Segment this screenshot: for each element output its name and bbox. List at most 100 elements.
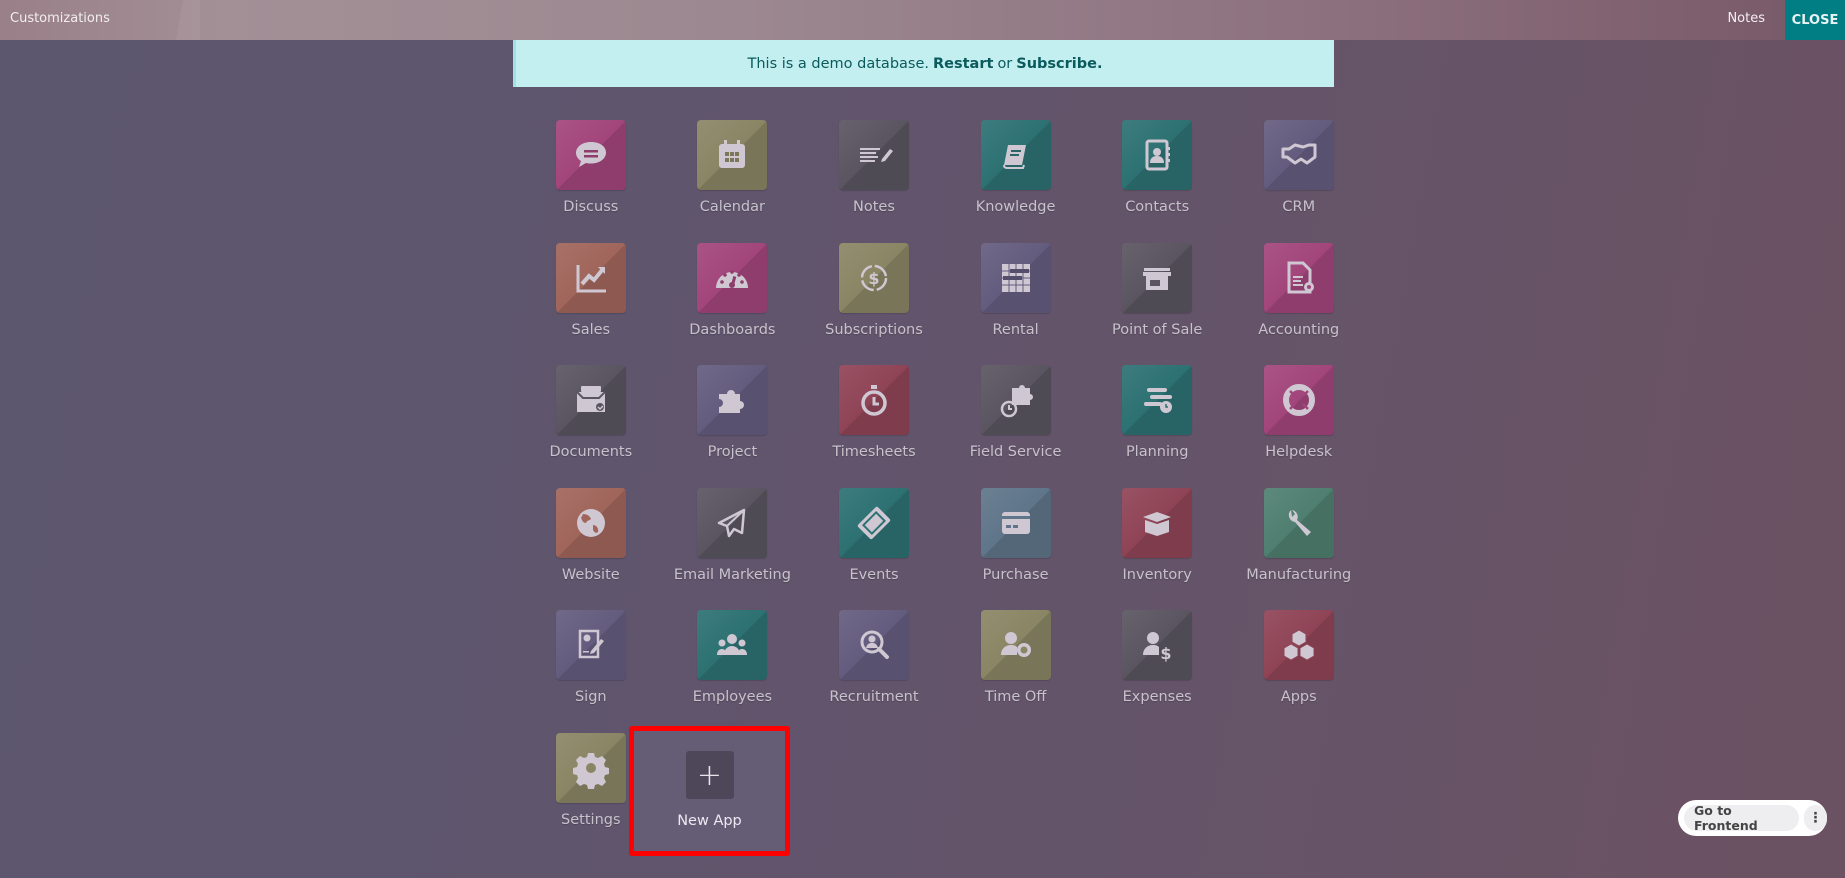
app-tile: [1122, 242, 1193, 313]
app-notes[interactable]: Notes: [803, 120, 945, 243]
app-tile: [980, 610, 1051, 680]
app-label: Apps: [1280, 689, 1317, 705]
app-sales[interactable]: Sales: [520, 242, 662, 366]
banner-or-text: or: [997, 55, 1013, 72]
app-label: Manufacturing: [1246, 566, 1352, 583]
notes-link[interactable]: Notes: [1727, 11, 1765, 26]
app-tile: [555, 487, 626, 558]
app-accounting[interactable]: Accounting: [1228, 242, 1370, 366]
notes-pencil-icon: [859, 148, 893, 162]
new-app-button[interactable]: + New App: [629, 726, 790, 856]
app-knowledge[interactable]: Knowledge: [945, 120, 1087, 243]
app-inventory[interactable]: Inventory: [1086, 487, 1228, 611]
app-tile: [980, 120, 1051, 190]
app-label: Time Off: [984, 689, 1047, 705]
app-purchase[interactable]: Purchase: [945, 487, 1087, 611]
address-book-icon: [1145, 139, 1171, 171]
app-planning[interactable]: Planning: [1086, 365, 1228, 488]
app-label: Documents: [549, 444, 633, 460]
restart-link[interactable]: Restart: [933, 56, 993, 72]
app-tile: [697, 610, 768, 680]
lifebuoy-icon: [1282, 384, 1315, 416]
app-tile: [838, 120, 909, 190]
frontend-pill: Go to Frontend ⋮: [1678, 800, 1827, 836]
app-tile: [1122, 365, 1193, 435]
app-point-of-sale[interactable]: Point of Sale: [1086, 242, 1228, 366]
close-studio-button[interactable]: CLOSE: [1785, 0, 1845, 40]
app-label: Inventory: [1122, 566, 1192, 583]
app-events[interactable]: Events: [803, 487, 945, 611]
app-sign[interactable]: Sign: [520, 610, 662, 733]
app-label: Project: [707, 444, 758, 460]
app-tile: $: [838, 242, 909, 313]
app-rental[interactable]: Rental: [945, 242, 1087, 366]
banner-text: This is a demo database.: [747, 55, 930, 72]
app-timesheets[interactable]: Timesheets: [803, 365, 945, 488]
app-label: Recruitment: [829, 689, 919, 705]
navbar-title: Customizations: [10, 11, 110, 26]
stopwatch-icon: [861, 385, 887, 416]
app-contacts[interactable]: Contacts: [1086, 120, 1228, 243]
person-search-icon: [860, 630, 889, 659]
app-tile: [697, 242, 768, 313]
demo-database-banner: This is a demo database. Restart or Subs…: [513, 40, 1334, 87]
new-app-label: New App: [677, 813, 742, 829]
puzzle-icon: [719, 390, 745, 413]
app-tile: [697, 365, 768, 435]
credit-card-icon: [1001, 511, 1030, 534]
app-project[interactable]: Project: [662, 365, 804, 488]
app-label: Purchase: [982, 566, 1049, 583]
app-field-service[interactable]: Field Service: [945, 365, 1087, 488]
signature-icon: [578, 629, 604, 659]
app-crm[interactable]: CRM: [1228, 120, 1370, 243]
app-tile: [980, 487, 1051, 558]
navbar-decoration: [160, 0, 200, 40]
subscribe-link[interactable]: Subscribe.: [1016, 56, 1102, 72]
app-tile: [1122, 120, 1193, 190]
app-tile: [838, 487, 909, 558]
app-label: Sales: [571, 321, 611, 338]
app-subscriptions[interactable]: $ Subscriptions: [803, 242, 945, 366]
app-website[interactable]: Website: [520, 487, 662, 611]
app-calendar[interactable]: Calendar: [662, 120, 804, 243]
app-manufacturing[interactable]: Manufacturing: [1228, 487, 1370, 611]
app-dashboards[interactable]: Dashboards: [662, 242, 804, 366]
app-apps[interactable]: Apps: [1228, 610, 1370, 733]
app-tile: [555, 610, 626, 680]
app-tile: [980, 365, 1051, 435]
app-tile: [555, 242, 626, 313]
app-tile: [1263, 120, 1334, 190]
app-helpdesk[interactable]: Helpdesk: [1228, 365, 1370, 488]
app-label: Contacts: [1125, 199, 1190, 215]
vertical-ellipsis-icon[interactable]: ⋮: [1803, 805, 1827, 831]
app-label: Planning: [1125, 444, 1189, 460]
person-dollar-icon: $: [1143, 632, 1172, 663]
app-tile: [555, 732, 626, 803]
book-icon: [1002, 145, 1026, 169]
app-tile: [555, 365, 626, 435]
app-label: Notes: [853, 199, 895, 215]
app-discuss[interactable]: Discuss: [520, 120, 662, 243]
globe-icon: [576, 508, 605, 537]
app-documents[interactable]: Documents: [520, 365, 662, 488]
person-gear-icon: [1000, 632, 1031, 657]
app-label: Settings: [561, 811, 621, 828]
app-recruitment[interactable]: Recruitment: [803, 610, 945, 733]
app-tile: [1263, 610, 1334, 680]
app-time-off[interactable]: Time Off: [945, 610, 1087, 733]
app-expenses[interactable]: $ Expenses: [1086, 610, 1228, 733]
gantt-grid-icon: [1001, 263, 1030, 292]
app-email-marketing[interactable]: Email Marketing: [662, 487, 804, 611]
app-tile: [1263, 487, 1334, 558]
puzzle-stopwatch-icon: [1000, 385, 1033, 418]
app-label: Expenses: [1122, 689, 1192, 705]
app-label: Website: [561, 566, 620, 583]
calendar-icon: [719, 140, 746, 168]
app-label: Email Marketing: [673, 566, 791, 583]
plus-icon: +: [685, 751, 734, 799]
app-label: Point of Sale: [1112, 321, 1203, 338]
cubes-icon: [1283, 629, 1315, 661]
go-to-frontend-button[interactable]: Go to Frontend: [1684, 803, 1799, 833]
app-employees[interactable]: Employees: [662, 610, 804, 733]
studio-navbar: Customizations Notes CLOSE: [0, 0, 1845, 40]
